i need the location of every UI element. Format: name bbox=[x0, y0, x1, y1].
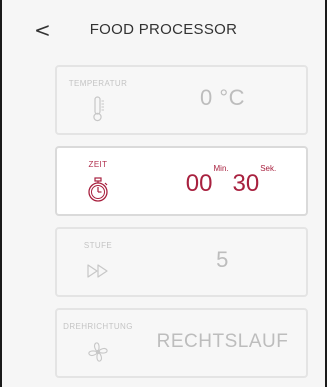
direction-value: RECHTSLAUF bbox=[156, 331, 289, 352]
thermometer-icon bbox=[83, 94, 113, 124]
time-label: ZEIT bbox=[88, 160, 108, 169]
speed-label: STUFE bbox=[83, 241, 113, 250]
direction-label: DREHRICHTUNG bbox=[63, 322, 133, 331]
fan-icon bbox=[83, 337, 113, 367]
minutes-unit: Min. bbox=[213, 164, 229, 173]
double-play-icon bbox=[83, 256, 113, 286]
speed-value: 5 bbox=[216, 247, 229, 272]
minutes-field[interactable]: 00 Min. bbox=[185, 158, 229, 198]
temperature-value: 0 °C bbox=[199, 85, 246, 110]
app-frame: < FOOD PROCESSOR TEMPERATUR 0 °C ZEIT 00… bbox=[0, 0, 327, 387]
time-card[interactable]: ZEIT 00 Min. 30 Sek. bbox=[55, 146, 308, 216]
speed-card[interactable]: STUFE 5 bbox=[55, 227, 308, 297]
temperature-card[interactable]: TEMPERATUR 0 °C bbox=[55, 65, 308, 135]
time-display[interactable]: 00 Min. 30 Sek. bbox=[139, 158, 306, 208]
minutes-value: 00 bbox=[185, 170, 213, 197]
header-bar: < FOOD PROCESSOR bbox=[4, 0, 323, 60]
seconds-field[interactable]: 30 Sek. bbox=[232, 158, 277, 198]
page-title: FOOD PROCESSOR bbox=[89, 21, 238, 38]
bottom-strip bbox=[4, 381, 323, 387]
temperature-label: TEMPERATUR bbox=[68, 79, 128, 88]
seconds-unit: Sek. bbox=[260, 164, 277, 173]
stopwatch-icon bbox=[83, 175, 113, 205]
direction-card[interactable]: DREHRICHTUNG RECHTSLAUF bbox=[55, 308, 308, 378]
seconds-value: 30 bbox=[232, 170, 260, 197]
